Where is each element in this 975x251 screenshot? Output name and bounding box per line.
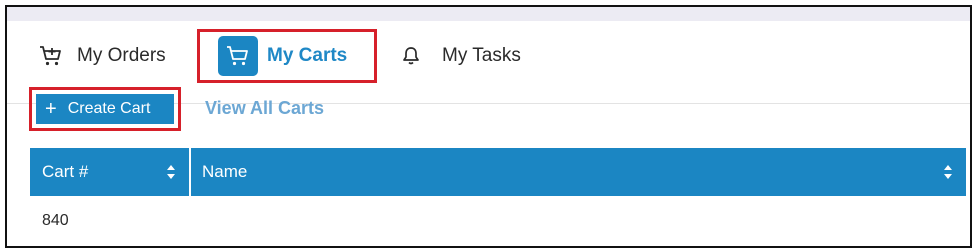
table-row[interactable]: 840	[30, 203, 966, 239]
tab-my-tasks[interactable]: My Tasks	[402, 33, 521, 79]
tab-my-carts-label: My Carts	[267, 45, 348, 66]
tab-my-orders[interactable]: My Orders	[39, 33, 166, 79]
sort-icon	[944, 165, 952, 179]
tab-bar: My Orders My Carts My Tasks	[7, 29, 970, 104]
shopping-cart-icon	[218, 36, 258, 76]
app-frame: My Orders My Carts My Tasks + Create Car…	[5, 5, 972, 248]
column-header-name[interactable]: Name	[191, 148, 966, 196]
view-all-carts-link[interactable]: View All Carts	[205, 98, 324, 119]
actions-bar: + Create Cart View All Carts	[7, 87, 970, 135]
cart-outline-icon	[39, 45, 63, 67]
tab-my-orders-label: My Orders	[77, 45, 166, 66]
tab-my-tasks-label: My Tasks	[442, 45, 521, 66]
plus-icon: +	[45, 98, 57, 120]
create-cart-button[interactable]: + Create Cart	[36, 94, 174, 124]
column-header-cart-number-label: Cart #	[42, 162, 89, 181]
create-cart-highlight: + Create Cart	[29, 87, 181, 131]
bell-icon	[402, 46, 420, 66]
tab-my-carts[interactable]: My Carts	[197, 29, 377, 83]
table-header: Cart # Name	[30, 148, 966, 196]
create-cart-label: Create Cart	[67, 100, 151, 117]
column-header-cart-number[interactable]: Cart #	[30, 148, 191, 196]
sort-icon	[167, 165, 175, 179]
cart-number-cell: 840	[42, 212, 69, 229]
column-header-name-label: Name	[202, 162, 248, 181]
top-strip	[7, 7, 970, 21]
